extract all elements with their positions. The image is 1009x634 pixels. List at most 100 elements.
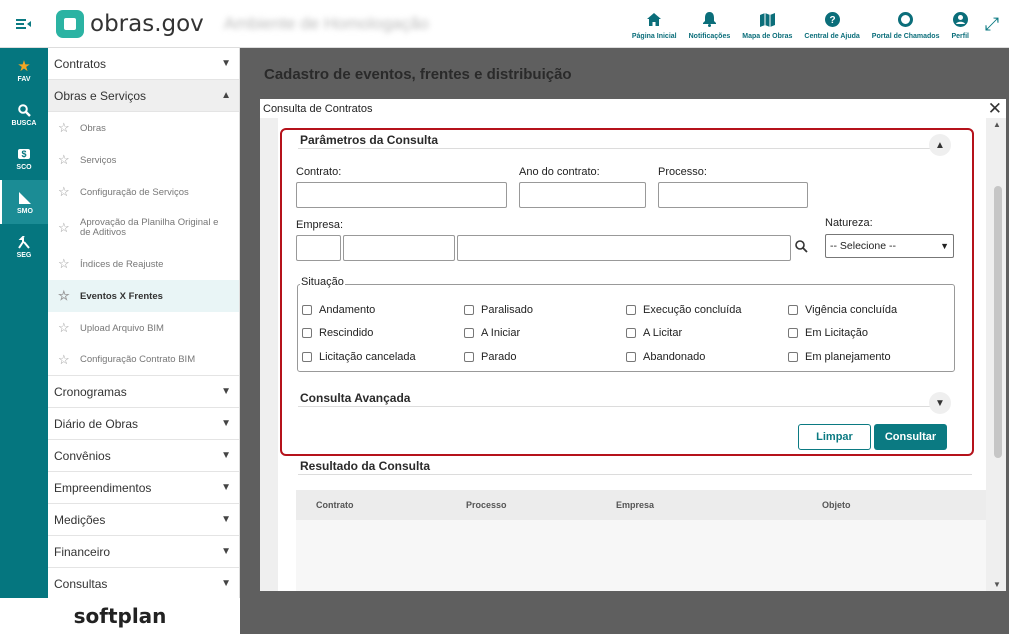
sidebar-item-servicos[interactable]: ☆ Serviços — [48, 144, 239, 176]
nav-tickets[interactable]: Portal de Chamados — [866, 0, 946, 48]
sidebar-section-empreendimentos[interactable]: Empreendimentos ▼ — [48, 472, 239, 504]
empresa-label: Empresa: — [296, 219, 344, 231]
sidebar-item-indices-reajuste[interactable]: ☆ Índices de Reajuste — [48, 248, 239, 280]
checkbox-vigencia-concluida[interactable]: Vigência concluída — [788, 304, 897, 316]
checkbox-licitacao-cancelada[interactable]: Licitação cancelada — [302, 351, 416, 363]
checkbox[interactable] — [626, 328, 636, 338]
checkbox-em-planejamento[interactable]: Em planejamento — [788, 351, 891, 363]
checkbox[interactable] — [626, 352, 636, 362]
sidebar-item-config-servicos[interactable]: ☆ Configuração de Serviços — [48, 176, 239, 208]
modal-scrollbar[interactable]: ▲ ▼ — [990, 118, 1006, 591]
checkbox[interactable] — [626, 305, 636, 315]
environment-name: Ambiente de Homologação — [223, 13, 429, 33]
star-outline-icon[interactable]: ☆ — [58, 184, 80, 200]
sidebar-item-label: Obras — [80, 122, 106, 134]
checkbox-rescindido[interactable]: Rescindido — [302, 327, 373, 339]
checkbox-parado[interactable]: Parado — [464, 351, 516, 363]
logo-text: obras.gov — [90, 10, 204, 37]
nav-home[interactable]: Página Inicial — [626, 0, 683, 48]
nav-profile[interactable]: Perfil — [945, 0, 975, 48]
chevron-down-icon[interactable]: ▼ — [929, 392, 951, 414]
checkbox-andamento[interactable]: Andamento — [302, 304, 375, 316]
column-contrato[interactable]: Contrato — [316, 500, 354, 510]
sidebar-section-label: Medições — [54, 512, 106, 527]
consultar-button[interactable]: Consultar — [874, 424, 947, 450]
empresa-code-input[interactable] — [296, 235, 341, 261]
checkbox[interactable] — [302, 305, 312, 315]
sidebar-section-convenios[interactable]: Convênios ▼ — [48, 440, 239, 472]
sidebar-section-obras-servicos[interactable]: Obras e Serviços ▲ — [48, 80, 239, 112]
scroll-down-icon[interactable]: ▼ — [993, 580, 1001, 589]
expand-icon[interactable]: ⤢ — [975, 0, 1009, 48]
sidebar-section-contratos[interactable]: Contratos ▼ — [48, 48, 239, 80]
checkbox[interactable] — [464, 305, 474, 315]
checkbox-paralisado[interactable]: Paralisado — [464, 304, 533, 316]
scrollbar-thumb[interactable] — [994, 186, 1002, 458]
rail-item-seg[interactable]: SEG — [0, 224, 48, 268]
column-objeto[interactable]: Objeto — [822, 500, 851, 510]
checkbox-em-licitacao[interactable]: Em Licitação — [788, 327, 868, 339]
ano-input[interactable] — [519, 182, 646, 208]
rail-item-smo[interactable]: SMO — [0, 180, 48, 224]
sidebar-item-upload-bim[interactable]: ☆ Upload Arquivo BIM — [48, 312, 239, 344]
column-processo[interactable]: Processo — [466, 500, 507, 510]
sidebar-item-obras[interactable]: ☆ Obras — [48, 112, 239, 144]
star-outline-icon[interactable]: ☆ — [58, 352, 80, 368]
nav-map[interactable]: Mapa de Obras — [736, 0, 798, 48]
checkbox[interactable] — [464, 352, 474, 362]
ruler-icon — [19, 189, 31, 207]
column-empresa[interactable]: Empresa — [616, 500, 654, 510]
checkbox[interactable] — [788, 328, 798, 338]
chevron-up-icon[interactable]: ▲ — [929, 134, 951, 156]
sidebar-item-aprovacao-planilha[interactable]: ☆ Aprovação da Planilha Original e de Adi… — [48, 208, 239, 248]
sidebar-section-consultas[interactable]: Consultas ▼ — [48, 568, 239, 598]
sidebar-section-label: Consultas — [54, 576, 108, 591]
search-icon[interactable] — [795, 240, 808, 256]
scroll-up-icon[interactable]: ▲ — [993, 120, 1001, 129]
processo-input[interactable] — [658, 182, 808, 208]
empresa-doc-input[interactable] — [343, 235, 455, 261]
sidebar-section-medicoes[interactable]: Medições ▼ — [48, 504, 239, 536]
star-outline-icon[interactable]: ☆ — [58, 220, 80, 236]
nav-help[interactable]: ? Central de Ajuda — [798, 0, 865, 48]
limpar-button[interactable]: Limpar — [798, 424, 871, 450]
merge-icon — [18, 233, 30, 251]
star-outline-icon[interactable]: ☆ — [58, 288, 80, 304]
checkbox[interactable] — [302, 328, 312, 338]
nav-notifications[interactable]: Notificações — [683, 0, 737, 48]
star-outline-icon[interactable]: ☆ — [58, 320, 80, 336]
sidebar-item-config-bim[interactable]: ☆ Configuração Contrato BIM — [48, 344, 239, 376]
sidebar-item-label: Índices de Reajuste — [80, 258, 164, 270]
app-logo[interactable]: obras.gov — [56, 9, 204, 38]
star-outline-icon[interactable]: ☆ — [58, 152, 80, 168]
star-outline-icon[interactable]: ☆ — [58, 120, 80, 136]
menu-collapse-icon[interactable] — [0, 0, 48, 48]
checkbox-a-iniciar[interactable]: A Iniciar — [464, 327, 520, 339]
checkbox[interactable] — [302, 352, 312, 362]
checkbox[interactable] — [464, 328, 474, 338]
checkbox-a-licitar[interactable]: A Licitar — [626, 327, 682, 339]
rail-item-busca[interactable]: BUSCA — [0, 92, 48, 136]
checkbox[interactable] — [788, 352, 798, 362]
checkbox[interactable] — [788, 305, 798, 315]
rail-item-sco[interactable]: $ SCO — [0, 136, 48, 180]
star-outline-icon[interactable]: ☆ — [58, 256, 80, 272]
sidebar-item-eventos-frentes[interactable]: ☆ Eventos X Frentes — [48, 280, 239, 312]
sidebar-section-cronogramas[interactable]: Cronogramas ▼ — [48, 376, 239, 408]
close-icon[interactable]: ✕ — [988, 100, 1002, 117]
results-table-body — [296, 520, 986, 591]
sidebar-section-financeiro[interactable]: Financeiro ▼ — [48, 536, 239, 568]
checkbox-execucao-concluida[interactable]: Execução concluída — [626, 304, 741, 316]
natureza-select[interactable]: -- Selecione -- ▼ — [825, 234, 954, 258]
nav-profile-label: Perfil — [951, 32, 969, 40]
checkbox-abandonado[interactable]: Abandonado — [626, 351, 705, 363]
lifebuoy-icon — [898, 9, 914, 31]
empresa-name-input[interactable] — [457, 235, 791, 261]
sidebar-section-diario[interactable]: Diário de Obras ▼ — [48, 408, 239, 440]
rail-item-fav[interactable]: ★ FAV — [0, 48, 48, 92]
contrato-input[interactable] — [296, 182, 507, 208]
chevron-down-icon: ▼ — [221, 58, 231, 69]
checkbox-label: Andamento — [319, 304, 376, 316]
resultado-title: Resultado da Consulta — [300, 459, 431, 473]
sidebar-item-label: Upload Arquivo BIM — [80, 322, 164, 334]
